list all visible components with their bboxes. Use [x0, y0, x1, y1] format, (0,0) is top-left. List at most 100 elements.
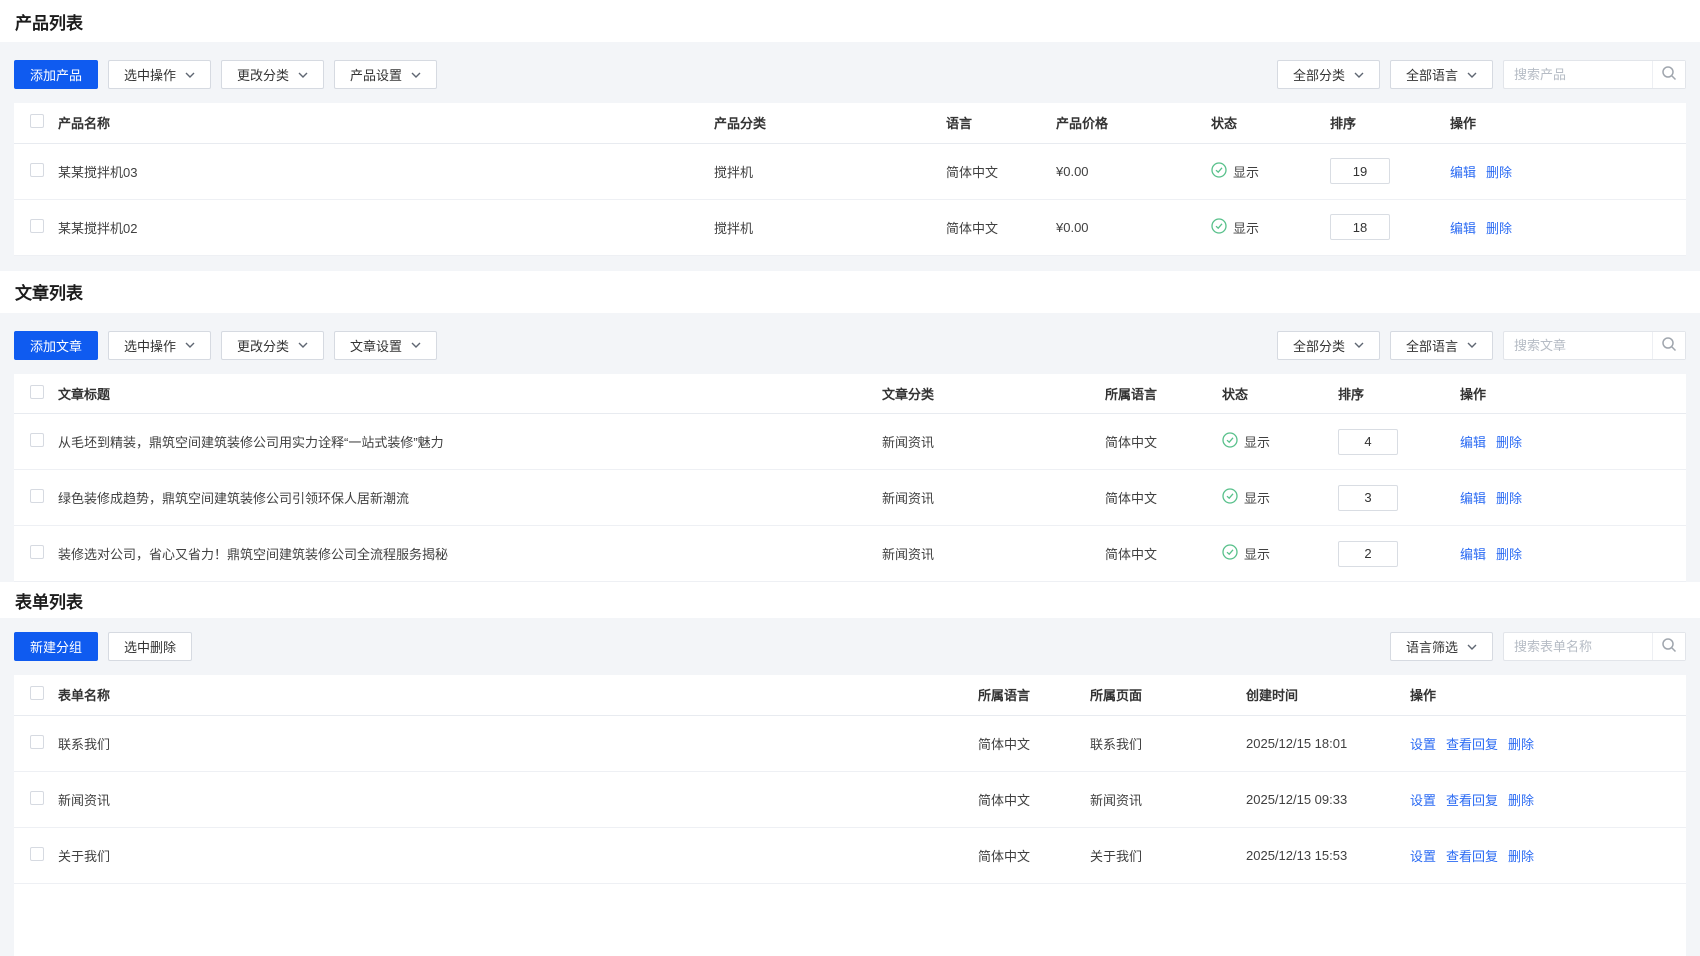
forms-search-input[interactable]	[1504, 633, 1652, 660]
row-checkbox[interactable]	[30, 489, 44, 503]
articles-header-row: 文章标题 文章分类 所属语言 状态 排序 操作	[14, 374, 1686, 414]
products-search-button[interactable]	[1652, 61, 1685, 88]
chevron-down-icon	[298, 342, 308, 348]
articles-search	[1503, 331, 1686, 360]
table-row: 某某搅拌机02 搅拌机 简体中文 ¥0.00 显示 编辑删除	[14, 199, 1686, 255]
dropdown-label: 选中操作	[124, 336, 176, 355]
articles-section-body: 添加文章 选中操作 更改分类 文章设置	[0, 313, 1700, 583]
article-category: 新闻资讯	[882, 470, 1105, 526]
products-category-filter[interactable]: 全部分类	[1277, 60, 1380, 89]
product-price: ¥0.00	[1056, 199, 1211, 255]
article-language: 简体中文	[1105, 526, 1222, 582]
articles-search-button[interactable]	[1652, 332, 1685, 359]
settings-link[interactable]: 设置	[1410, 849, 1436, 864]
select-all-checkbox[interactable]	[30, 385, 44, 399]
row-checkbox[interactable]	[30, 545, 44, 559]
new-group-button[interactable]: 新建分组	[14, 632, 98, 661]
products-search	[1503, 60, 1686, 89]
forms-search-button[interactable]	[1652, 633, 1685, 660]
article-title: 绿色装修成趋势，鼎筑空间建筑装修公司引领环保人居新潮流	[58, 470, 882, 526]
delete-link[interactable]: 删除	[1496, 491, 1522, 506]
forms-section: 表单列表 新建分组 选中删除 语言筛选	[0, 582, 1700, 956]
column-header: 状态	[1222, 374, 1338, 414]
column-header: 操作	[1410, 675, 1686, 715]
settings-link[interactable]: 设置	[1410, 737, 1436, 752]
row-checkbox[interactable]	[30, 219, 44, 233]
sort-input[interactable]	[1338, 429, 1398, 455]
edit-link[interactable]: 编辑	[1450, 165, 1476, 180]
status-check-icon	[1211, 162, 1227, 181]
chevron-down-icon	[1354, 72, 1364, 78]
form-language: 简体中文	[978, 827, 1090, 883]
articles-table: 文章标题 文章分类 所属语言 状态 排序 操作 从毛坯到精装，鼎筑空间建筑装修公…	[14, 374, 1686, 583]
sort-input[interactable]	[1330, 158, 1390, 184]
table-row: 某某搅拌机03 搅拌机 简体中文 ¥0.00 显示 编辑删除	[14, 143, 1686, 199]
forms-table: 表单名称 所属语言 所属页面 创建时间 操作 联系我们 简体中文 联系我们	[14, 675, 1686, 884]
delete-link[interactable]: 删除	[1486, 165, 1512, 180]
filter-label: 语言筛选	[1406, 637, 1458, 656]
edit-link[interactable]: 编辑	[1460, 435, 1486, 450]
add-product-button[interactable]: 添加产品	[14, 60, 98, 89]
delete-link[interactable]: 删除	[1508, 737, 1534, 752]
filter-label: 全部语言	[1406, 65, 1458, 84]
articles-language-filter[interactable]: 全部语言	[1390, 331, 1493, 360]
view-replies-link[interactable]: 查看回复	[1446, 849, 1498, 864]
articles-change-category-dropdown[interactable]: 更改分类	[221, 331, 324, 360]
articles-bulk-actions-dropdown[interactable]: 选中操作	[108, 331, 211, 360]
products-table-card: 产品名称 产品分类 语言 产品价格 状态 排序 操作 某某搅拌机03	[14, 103, 1686, 256]
forms-section-body: 新建分组 选中删除 语言筛选	[0, 618, 1700, 956]
product-language: 简体中文	[946, 143, 1056, 199]
articles-category-filter[interactable]: 全部分类	[1277, 331, 1380, 360]
delete-link[interactable]: 删除	[1496, 547, 1522, 562]
delete-link[interactable]: 删除	[1508, 793, 1534, 808]
add-article-button[interactable]: 添加文章	[14, 331, 98, 360]
page: 产品列表 添加产品 选中操作 更改分类 产品设置	[0, 0, 1700, 956]
column-header: 表单名称	[58, 675, 978, 715]
sort-input[interactable]	[1338, 541, 1398, 567]
select-all-checkbox[interactable]	[30, 686, 44, 700]
row-checkbox[interactable]	[30, 433, 44, 447]
dropdown-label: 文章设置	[350, 336, 402, 355]
products-change-category-dropdown[interactable]: 更改分类	[221, 60, 324, 89]
form-page: 联系我们	[1090, 715, 1246, 771]
products-bulk-actions-dropdown[interactable]: 选中操作	[108, 60, 211, 89]
column-header: 创建时间	[1246, 675, 1410, 715]
dropdown-label: 选中操作	[124, 65, 176, 84]
sort-input[interactable]	[1330, 214, 1390, 240]
select-all-checkbox[interactable]	[30, 114, 44, 128]
forms-language-filter[interactable]: 语言筛选	[1390, 632, 1493, 661]
products-search-input[interactable]	[1504, 61, 1652, 88]
delete-link[interactable]: 删除	[1508, 849, 1534, 864]
article-title: 从毛坯到精装，鼎筑空间建筑装修公司用实力诠释“一站式装修”魅力	[58, 414, 882, 470]
sort-input[interactable]	[1338, 485, 1398, 511]
products-toolbar: 添加产品 选中操作 更改分类 产品设置	[14, 60, 1686, 89]
column-header: 排序	[1338, 374, 1460, 414]
products-settings-dropdown[interactable]: 产品设置	[334, 60, 437, 89]
products-section-body: 添加产品 选中操作 更改分类 产品设置	[0, 42, 1700, 271]
products-language-filter[interactable]: 全部语言	[1390, 60, 1493, 89]
edit-link[interactable]: 编辑	[1460, 547, 1486, 562]
product-price: ¥0.00	[1056, 143, 1211, 199]
articles-settings-dropdown[interactable]: 文章设置	[334, 331, 437, 360]
edit-link[interactable]: 编辑	[1450, 221, 1476, 236]
edit-link[interactable]: 编辑	[1460, 491, 1486, 506]
column-header: 文章标题	[58, 374, 882, 414]
products-header-row: 产品名称 产品分类 语言 产品价格 状态 排序 操作	[14, 103, 1686, 143]
view-replies-link[interactable]: 查看回复	[1446, 737, 1498, 752]
column-header: 语言	[946, 103, 1056, 143]
settings-link[interactable]: 设置	[1410, 793, 1436, 808]
delete-link[interactable]: 删除	[1486, 221, 1512, 236]
view-replies-link[interactable]: 查看回复	[1446, 793, 1498, 808]
row-checkbox[interactable]	[30, 847, 44, 861]
filter-label: 全部分类	[1293, 65, 1345, 84]
articles-table-card: 文章标题 文章分类 所属语言 状态 排序 操作 从毛坯到精装，鼎筑空间建筑装修公…	[14, 374, 1686, 583]
status-check-icon	[1211, 218, 1227, 237]
row-checkbox[interactable]	[30, 735, 44, 749]
articles-search-input[interactable]	[1504, 332, 1652, 359]
chevron-down-icon	[1467, 72, 1477, 78]
delete-link[interactable]: 删除	[1496, 435, 1522, 450]
row-checkbox[interactable]	[30, 791, 44, 805]
delete-selected-button[interactable]: 选中删除	[108, 632, 192, 661]
dropdown-label: 更改分类	[237, 65, 289, 84]
row-checkbox[interactable]	[30, 163, 44, 177]
